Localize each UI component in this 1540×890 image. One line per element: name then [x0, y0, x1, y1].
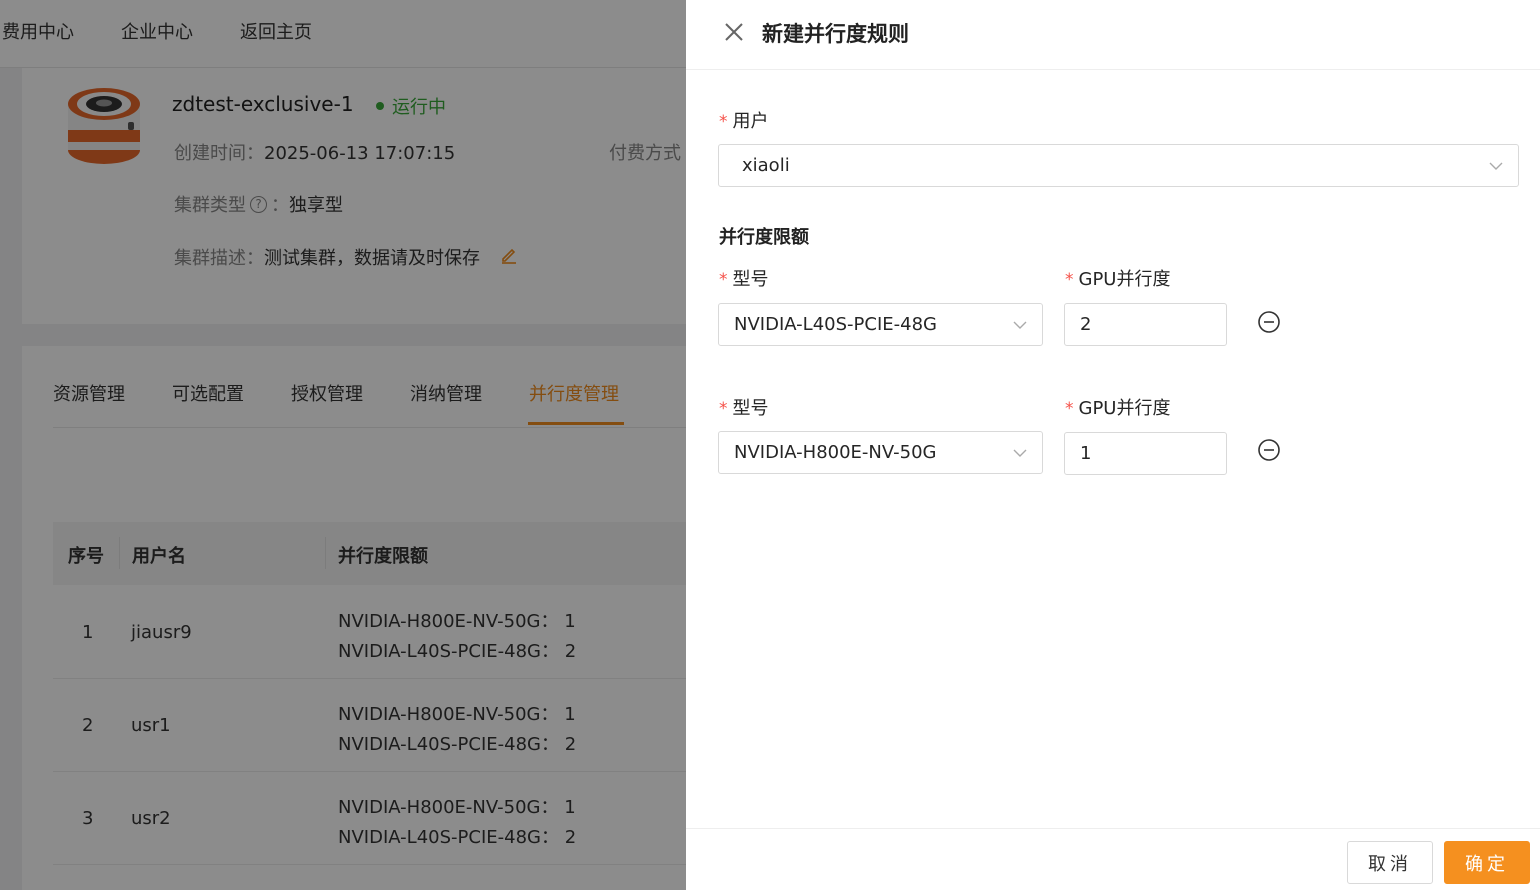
gpu-parallelism-input[interactable] — [1064, 303, 1227, 346]
model-field-label: * 型号 — [719, 265, 769, 291]
required-mark: * — [719, 270, 728, 290]
minus-circle-icon[interactable] — [1257, 438, 1281, 462]
required-mark: * — [719, 399, 728, 419]
model-select-value: NVIDIA-H800E-NV-50G — [734, 442, 937, 463]
drawer-title: 新建并行度规则 — [762, 22, 909, 46]
new-parallelism-rule-drawer: 新建并行度规则 * 用户 xiaoli 并行度限额 * 型号 * GPU并行度 NVI… — [686, 0, 1540, 890]
required-mark: * — [1065, 270, 1074, 290]
model-label-text: 型号 — [732, 269, 769, 290]
user-select[interactable]: xiaoli — [718, 144, 1519, 187]
minus-circle-icon[interactable] — [1257, 310, 1281, 334]
chevron-down-icon — [1013, 449, 1027, 457]
required-mark: * — [719, 112, 728, 132]
section-title-quota: 并行度限额 — [719, 227, 809, 248]
model-select[interactable]: NVIDIA-H800E-NV-50G — [718, 431, 1043, 474]
model-field-label: * 型号 — [719, 394, 769, 420]
drawer-footer: 取消 确定 — [686, 828, 1540, 890]
user-label-text: 用户 — [732, 111, 769, 132]
user-select-value: xiaoli — [742, 155, 790, 176]
required-mark: * — [1065, 399, 1074, 419]
model-select-value: NVIDIA-L40S-PCIE-48G — [734, 314, 937, 335]
drawer-header: 新建并行度规则 — [686, 0, 1540, 70]
chevron-down-icon — [1013, 321, 1027, 329]
cancel-button[interactable]: 取消 — [1347, 841, 1433, 884]
user-field-label: * 用户 — [719, 107, 769, 133]
gpu-field-label: * GPU并行度 — [1065, 394, 1170, 420]
close-icon[interactable] — [722, 20, 746, 44]
model-label-text: 型号 — [732, 398, 769, 419]
modal-mask[interactable] — [0, 0, 686, 890]
chevron-down-icon — [1489, 162, 1503, 170]
model-select[interactable]: NVIDIA-L40S-PCIE-48G — [718, 303, 1043, 346]
gpu-label-text: GPU并行度 — [1078, 269, 1171, 290]
gpu-field-label: * GPU并行度 — [1065, 265, 1170, 291]
confirm-button[interactable]: 确定 — [1444, 841, 1530, 884]
gpu-label-text: GPU并行度 — [1078, 398, 1171, 419]
gpu-parallelism-input[interactable] — [1064, 432, 1227, 475]
